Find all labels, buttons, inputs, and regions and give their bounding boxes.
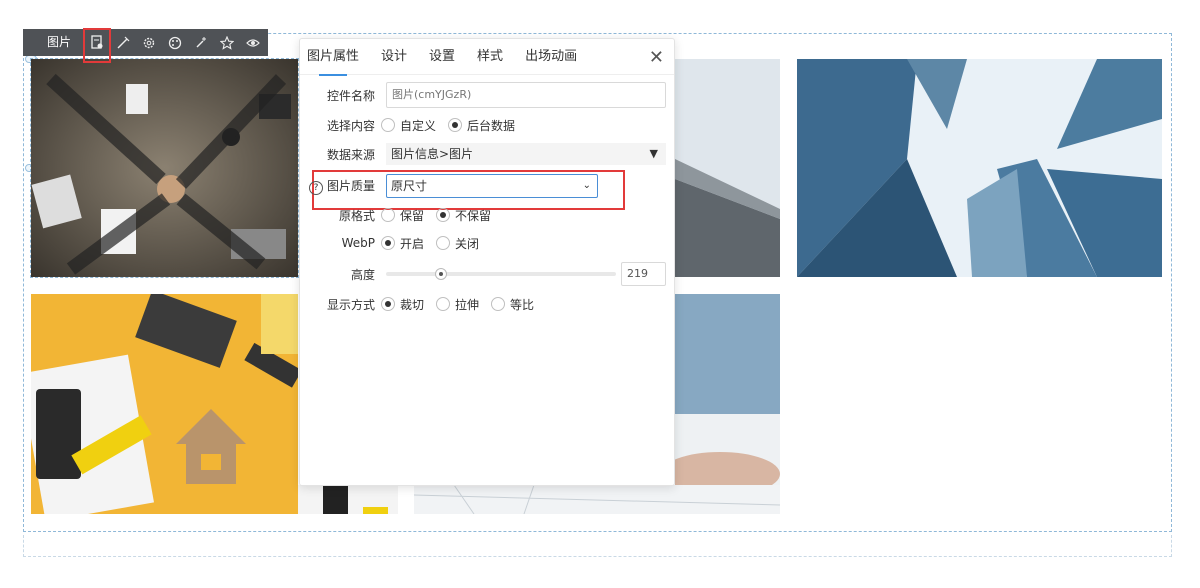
- row-control-name: 控件名称 图片(cmYJGzR): [300, 82, 674, 108]
- height-slider[interactable]: [386, 272, 616, 276]
- chevron-down-icon: ⌄: [582, 180, 591, 191]
- radio-backend-data-label: 后台数据: [467, 118, 516, 133]
- data-source-label: 数据来源: [326, 147, 375, 162]
- radio-keep-label: 保留: [400, 208, 425, 223]
- image-quality-label: 图片质量: [326, 179, 375, 193]
- radio-proportional-label: 等比: [510, 297, 535, 312]
- data-source-select[interactable]: 图片信息>图片 ▼: [386, 143, 666, 165]
- control-name-label: 控件名称: [326, 88, 375, 103]
- settings-doc-icon[interactable]: [83, 27, 112, 63]
- radio-crop-label: 裁切: [400, 297, 425, 312]
- radio-webp-off-label: 关闭: [455, 236, 480, 251]
- height-label: 高度: [350, 267, 375, 282]
- image-quality-select[interactable]: 原尺寸 ⌄: [386, 174, 598, 198]
- radio-not-keep-label: 不保留: [455, 208, 492, 223]
- image-business-meeting[interactable]: [30, 58, 299, 278]
- height-input[interactable]: 219: [621, 262, 666, 286]
- radio-webp-on[interactable]: [381, 236, 395, 250]
- radio-keep[interactable]: [381, 208, 395, 222]
- image-building-partial[interactable]: [675, 59, 780, 277]
- magic-wand-icon[interactable]: [110, 29, 136, 56]
- radio-stretch[interactable]: [436, 297, 451, 311]
- radio-backend-data[interactable]: [448, 118, 463, 132]
- help-icon[interactable]: ?: [308, 181, 323, 195]
- canvas-bottom-outline: [23, 535, 1172, 557]
- radio-stretch-label: 拉伸: [455, 297, 480, 312]
- palette-icon[interactable]: [162, 29, 188, 56]
- eye-icon[interactable]: [240, 29, 266, 56]
- image-tools-house[interactable]: [31, 294, 298, 514]
- tab-design[interactable]: 设计: [381, 39, 407, 75]
- radio-webp-off[interactable]: [436, 236, 451, 250]
- row-webp: WebP 开启 关闭: [300, 230, 674, 256]
- webp-label: WebP: [341, 236, 375, 250]
- select-content-label: 选择内容: [326, 118, 375, 133]
- tab-style[interactable]: 样式: [477, 39, 503, 75]
- image-properties-panel: 图片属性 设计 设置 样式 出场动画 ✕ 控件名称 图片(cmYJGzR) 选择…: [299, 38, 675, 486]
- radio-webp-on-label: 开启: [400, 236, 425, 251]
- radio-custom-label: 自定义: [400, 118, 437, 133]
- row-display-mode: 显示方式 裁切 拉伸 等比: [300, 291, 674, 317]
- row-data-source: 数据来源 图片信息>图片 ▼: [300, 141, 674, 167]
- image-quality-label-wrap: ? 图片质量: [300, 177, 381, 195]
- dropdown-arrow-icon: ▼: [649, 147, 658, 160]
- image-quality-value: 原尺寸: [391, 179, 428, 193]
- tab-image-properties[interactable]: 图片属性: [307, 39, 359, 76]
- close-icon[interactable]: ✕: [649, 47, 664, 68]
- panel-tabs: 图片属性 设计 设置 样式 出场动画 ✕: [300, 39, 674, 76]
- gear-icon[interactable]: [136, 29, 162, 56]
- star-icon[interactable]: [214, 29, 240, 56]
- image-hands-blueprint-bottom: [414, 485, 780, 514]
- toolbar-label: 图片: [33, 35, 85, 50]
- original-format-label: 原格式: [338, 208, 375, 223]
- radio-not-keep[interactable]: [436, 208, 451, 222]
- radio-proportional[interactable]: [491, 297, 506, 311]
- row-image-quality: ? 图片质量 原尺寸 ⌄: [300, 173, 674, 199]
- data-source-value: 图片信息>图片: [391, 147, 474, 161]
- sparkle-icon[interactable]: [188, 29, 214, 56]
- row-original-format: 原格式 保留 不保留: [300, 202, 674, 228]
- image-tools-house-bottom: [298, 485, 398, 514]
- control-name-input[interactable]: 图片(cmYJGzR): [386, 82, 666, 108]
- row-select-content: 选择内容 自定义 后台数据: [300, 112, 674, 138]
- row-height: 高度 219: [300, 261, 674, 287]
- tab-settings[interactable]: 设置: [429, 39, 455, 75]
- radio-custom[interactable]: [381, 118, 395, 132]
- display-mode-label: 显示方式: [326, 297, 375, 312]
- height-slider-handle[interactable]: [435, 268, 448, 280]
- tab-entrance-animation[interactable]: 出场动画: [525, 39, 577, 75]
- image-hands-blueprint[interactable]: [675, 294, 780, 514]
- radio-crop[interactable]: [381, 297, 395, 311]
- image-skyscrapers[interactable]: [797, 59, 1162, 277]
- element-toolbar: 图片: [23, 27, 268, 63]
